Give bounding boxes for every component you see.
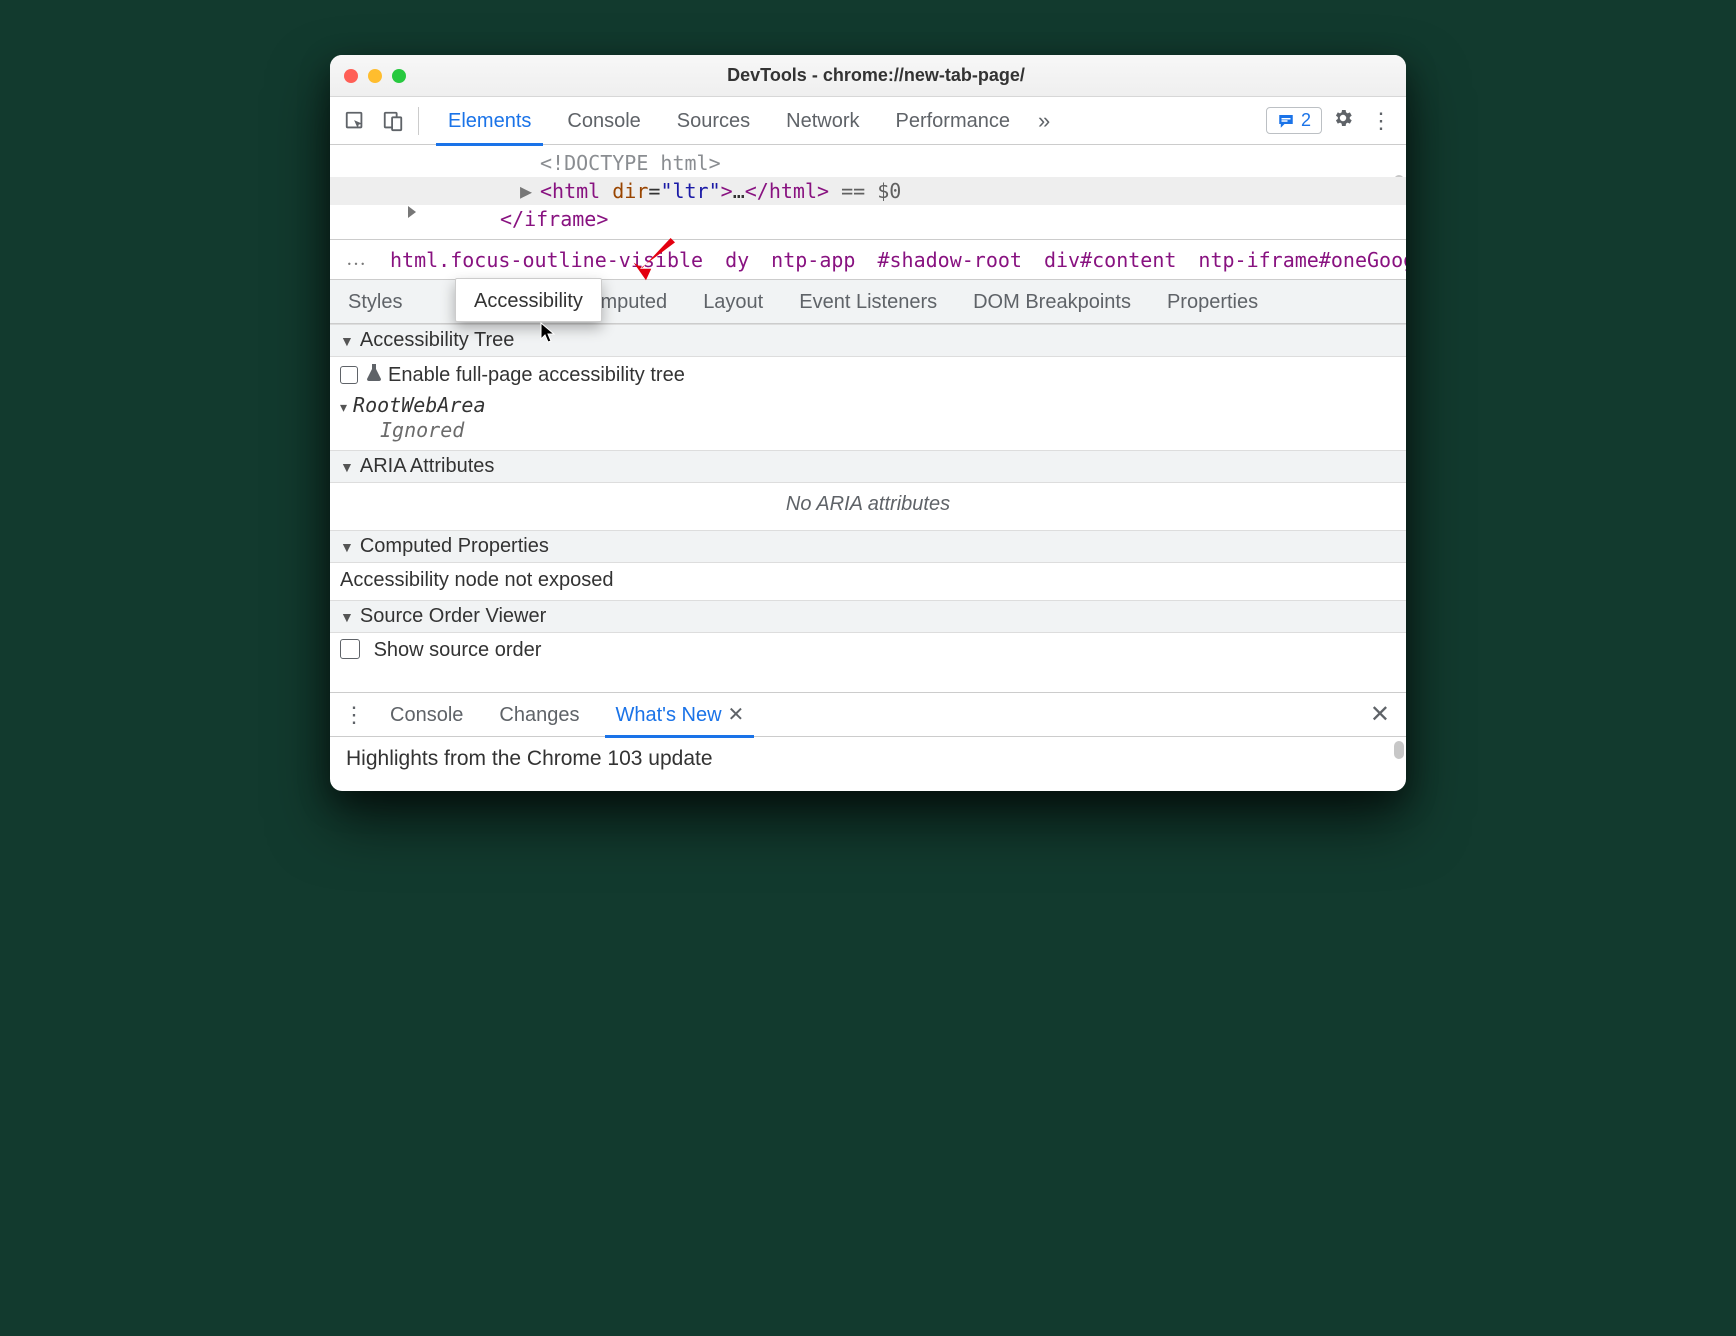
minimize-window-button[interactable] — [368, 69, 382, 83]
drawer-kebab-icon[interactable]: ⋮ — [340, 702, 368, 728]
annotation-arrow-icon — [625, 238, 681, 282]
tab-performance[interactable]: Performance — [880, 97, 1027, 145]
more-options-kebab-icon[interactable]: ⋮ — [1364, 108, 1398, 134]
crumb-ntp-app[interactable]: ntp-app — [771, 248, 855, 272]
window-title: DevTools - chrome://new-tab-page/ — [406, 65, 1406, 86]
crumb-ntp-iframe[interactable]: ntp-iframe#oneGoogleB — [1198, 248, 1406, 272]
section-source-order-header[interactable]: ▼ Source Order Viewer — [330, 600, 1406, 633]
crumb-body-partial[interactable]: dy — [725, 248, 749, 272]
drawer: ⋮ Console Changes What's New✕ ✕ Highligh… — [330, 692, 1406, 791]
no-aria-text: No ARIA attributes — [330, 483, 1406, 530]
subtab-styles[interactable]: Styles — [330, 280, 420, 324]
issues-badge[interactable]: 2 — [1266, 107, 1322, 134]
enable-fullpage-checkbox[interactable] — [340, 366, 358, 384]
titlebar: DevTools - chrome://new-tab-page/ — [330, 55, 1406, 97]
ax-tree-root-row[interactable]: ▾RootWebArea — [340, 393, 1396, 418]
chevron-down-icon: ▼ — [340, 539, 354, 555]
tab-network[interactable]: Network — [770, 97, 875, 145]
section-accessibility-tree-header[interactable]: ▼ Accessibility Tree — [330, 324, 1406, 357]
subtab-dom-breakpoints[interactable]: DOM Breakpoints — [955, 280, 1149, 324]
subtab-properties[interactable]: Properties — [1149, 280, 1276, 324]
chevron-down-icon: ▾ — [340, 399, 347, 415]
mouse-cursor-icon — [540, 322, 556, 344]
section-accessibility-tree-body: Enable full-page accessibility tree ▾Roo… — [330, 357, 1406, 450]
enable-fullpage-label: Enable full-page accessibility tree — [388, 364, 685, 387]
drawer-tab-changes[interactable]: Changes — [485, 693, 593, 737]
drawer-tab-console[interactable]: Console — [376, 693, 477, 737]
subtab-event-listeners[interactable]: Event Listeners — [781, 280, 955, 324]
section-aria-header[interactable]: ▼ ARIA Attributes — [330, 450, 1406, 483]
tab-console[interactable]: Console — [551, 97, 656, 145]
chevron-down-icon: ▼ — [340, 459, 354, 475]
main-toolbar: Elements Console Sources Network Perform… — [330, 97, 1406, 145]
tab-sources[interactable]: Sources — [661, 97, 766, 145]
chevron-down-icon: ▼ — [340, 333, 354, 349]
enable-fullpage-row: Enable full-page accessibility tree — [340, 363, 1396, 387]
dom-tree[interactable]: ••• <!DOCTYPE html> ▶ <html dir="ltr">…<… — [330, 145, 1406, 240]
zoom-window-button[interactable] — [392, 69, 406, 83]
issues-count: 2 — [1301, 110, 1311, 131]
crumb-shadow-root[interactable]: #shadow-root — [877, 248, 1022, 272]
show-source-order-checkbox[interactable] — [340, 639, 360, 659]
dom-selected-row[interactable]: ▶ <html dir="ltr">…</html> == $0 — [330, 177, 1406, 205]
crumb-div-content[interactable]: div#content — [1044, 248, 1176, 272]
subtab-accessibility-dragging[interactable]: Accessibility — [455, 278, 602, 322]
drawer-close-icon[interactable]: ✕ — [1364, 700, 1396, 729]
toolbar-divider — [418, 107, 424, 135]
drawer-scrollbar-thumb[interactable] — [1394, 741, 1404, 759]
traffic-lights — [344, 69, 406, 83]
more-tabs-icon[interactable]: » — [1030, 108, 1058, 134]
section-computed-header[interactable]: ▼ Computed Properties — [330, 530, 1406, 563]
speech-bubble-icon — [1277, 112, 1295, 130]
devtools-window: DevTools - chrome://new-tab-page/ Elemen… — [330, 55, 1406, 791]
experiment-beaker-icon — [366, 363, 382, 387]
sidebar-tabs: Styles mputed Layout Event Listeners DOM… — [330, 280, 1406, 324]
chevron-down-icon: ▼ — [340, 609, 354, 625]
settings-gear-icon[interactable] — [1326, 107, 1360, 135]
ax-tree-ignored-row[interactable]: Ignored — [340, 418, 1396, 442]
subtab-layout[interactable]: Layout — [685, 280, 781, 324]
show-source-order-label: Show source order — [374, 639, 542, 661]
device-toggle-icon[interactable] — [376, 104, 410, 138]
tab-elements[interactable]: Elements — [432, 97, 547, 145]
crumbs-overflow-left-icon[interactable]: … — [346, 248, 368, 271]
dom-iframe-close: </iframe> — [500, 207, 608, 231]
drawer-body: Highlights from the Chrome 103 update — [330, 737, 1406, 791]
breadcrumbs: … html.focus-outline-visible dy ntp-app … — [330, 240, 1406, 280]
computed-not-exposed: Accessibility node not exposed — [330, 563, 1406, 600]
inspect-element-icon[interactable] — [338, 104, 372, 138]
drawer-tabs: ⋮ Console Changes What's New✕ ✕ — [330, 693, 1406, 737]
dom-doctype: <!DOCTYPE html> — [540, 151, 721, 175]
close-window-button[interactable] — [344, 69, 358, 83]
close-tab-icon[interactable]: ✕ — [728, 704, 745, 726]
drawer-tab-whats-new[interactable]: What's New✕ — [601, 693, 758, 737]
source-order-body: Show source order — [330, 633, 1406, 670]
whats-new-headline: Highlights from the Chrome 103 update — [346, 747, 713, 770]
